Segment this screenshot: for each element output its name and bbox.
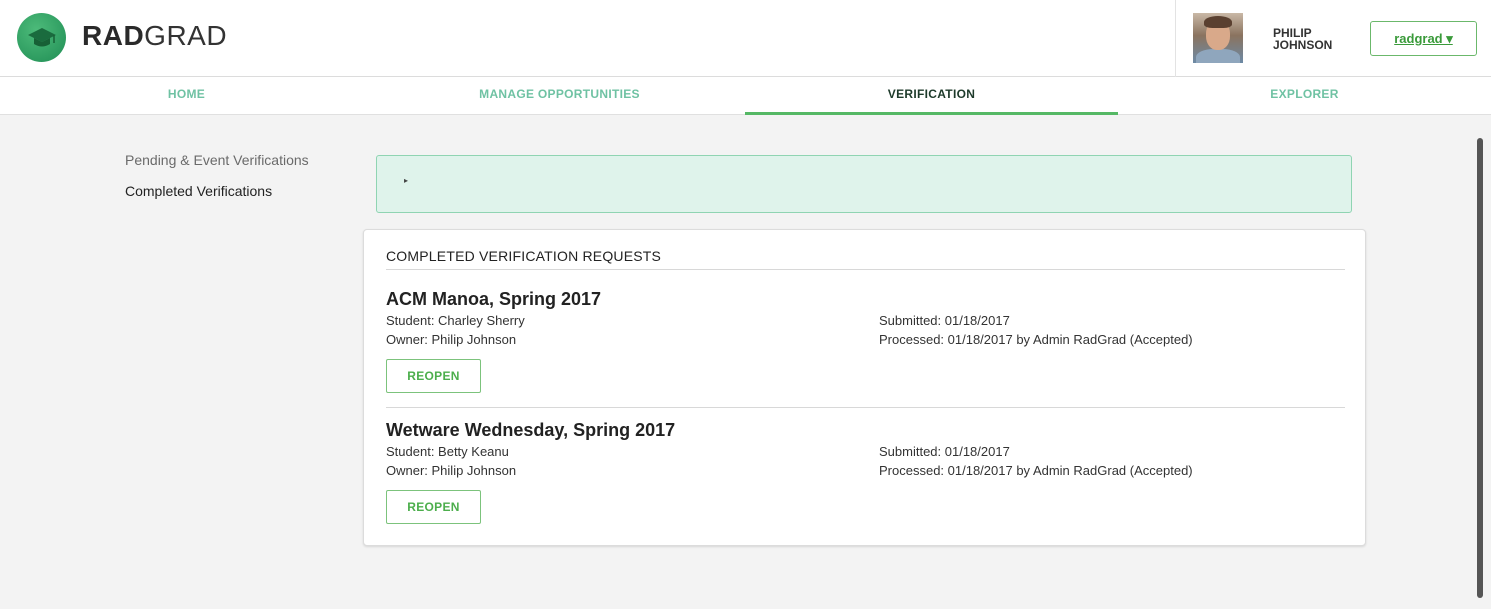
brand-name-bold: RAD: [82, 20, 145, 51]
top-header: RADGRAD PHILIP JOHNSON radgrad ▾: [0, 0, 1491, 77]
user-area: PHILIP JOHNSON radgrad ▾: [1175, 0, 1491, 77]
sidebar-item-pending-event-verifications[interactable]: Pending & Event Verifications: [125, 152, 309, 168]
sidebar-item-completed-verifications[interactable]: Completed Verifications: [125, 183, 272, 199]
graduation-cap-icon: [28, 28, 56, 47]
caret-right-icon[interactable]: ▸: [404, 176, 408, 185]
divider: [386, 269, 1345, 270]
user-name: PHILIP JOHNSON: [1273, 27, 1363, 51]
request-name: ACM Manoa, Spring 2017: [386, 289, 602, 309]
account-dropdown-button[interactable]: radgrad ▾: [1370, 21, 1477, 56]
tab-explorer[interactable]: EXPLORER: [1118, 77, 1491, 115]
request-name: Wetware Wednesday, Spring 2017: [386, 420, 676, 440]
divider: [386, 407, 1345, 408]
user-last-name: JOHNSON: [1273, 38, 1333, 52]
request-submitted: Submitted: 01/18/2017: [879, 313, 1010, 328]
request-processed: Processed: 01/18/2017 by Admin RadGrad (…: [879, 332, 1193, 347]
vertical-scrollbar[interactable]: [1477, 138, 1483, 598]
collapsed-accordion-panel[interactable]: ▸: [376, 155, 1352, 213]
tab-home[interactable]: HOME: [0, 77, 373, 115]
card-title: COMPLETED VERIFICATION REQUESTS: [386, 248, 662, 264]
request-student: Student: Betty Keanu: [386, 444, 509, 459]
request-owner: Owner: Philip Johnson: [386, 332, 517, 347]
radgrad-logo[interactable]: [17, 13, 66, 62]
request-submitted: Submitted: 01/18/2017: [879, 444, 1010, 459]
request-owner: Owner: Philip Johnson: [386, 463, 517, 478]
tab-manage-opportunities[interactable]: MANAGE OPPORTUNITIES: [373, 77, 746, 115]
brand-name-light: GRAD: [144, 20, 228, 51]
reopen-button[interactable]: REOPEN: [386, 359, 481, 393]
avatar[interactable]: [1193, 13, 1243, 63]
main-nav: HOME MANAGE OPPORTUNITIES VERIFICATION E…: [0, 77, 1491, 115]
reopen-button[interactable]: REOPEN: [386, 490, 481, 524]
request-student: Student: Charley Sherry: [386, 313, 525, 328]
list-item: ACM Manoa, Spring 2017 Student: Charley …: [386, 289, 1345, 414]
request-processed: Processed: 01/18/2017 by Admin RadGrad (…: [879, 463, 1193, 478]
tab-verification[interactable]: VERIFICATION: [745, 77, 1118, 115]
brand-name[interactable]: RADGRAD: [82, 20, 227, 52]
completed-verifications-card: COMPLETED VERIFICATION REQUESTS ACM Mano…: [363, 229, 1366, 546]
list-item: Wetware Wednesday, Spring 2017 Student: …: [386, 420, 1345, 545]
